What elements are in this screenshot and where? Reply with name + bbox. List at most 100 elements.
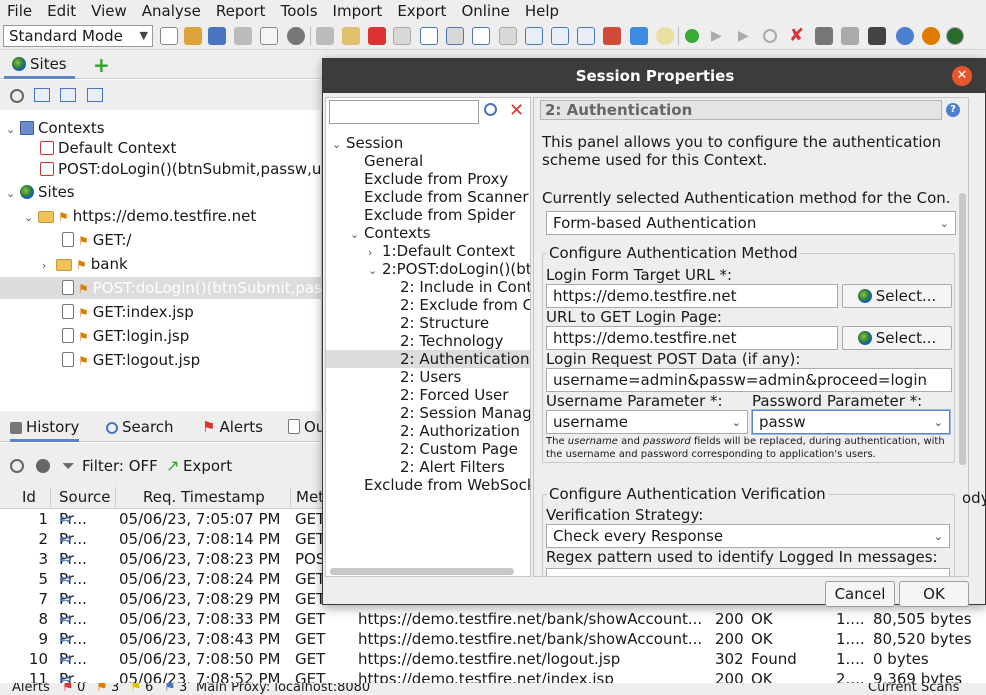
tree-host[interactable]: ⌄ ⚑ https://demo.testfire.net [24,205,256,227]
menu-file[interactable]: File [0,2,40,20]
scope-target-icon[interactable] [10,459,24,473]
login-target-input[interactable]: https://demo.testfire.net [546,284,838,308]
tree-node-exclude-spider[interactable]: Exclude from Spider [364,206,515,224]
help-icon[interactable]: ? [946,103,960,117]
username-param-select[interactable]: username ⌄ [546,410,748,434]
filter-label[interactable]: Filter: OFF [82,457,158,475]
select-login-target-button[interactable]: Select... [842,284,952,308]
tab-output[interactable]: Ou [288,418,325,436]
remove-note-icon[interactable] [368,27,386,45]
network-icon[interactable] [841,27,859,45]
table-row[interactable]: 8 ⇔ Pr... 05/06/23, 7:08:33 PM GET https://d… [0,610,986,630]
tree-node-ctx2[interactable]: ⌄ 2:POST:doLogin()(btn [368,260,530,278]
tab-history[interactable]: History [10,418,80,442]
tree-node-alert-filters[interactable]: 2: Alert Filters [400,458,505,476]
hud-icon[interactable] [946,27,964,45]
menu-edit[interactable]: Edit [40,2,84,20]
menu-analyse[interactable]: Analyse [135,2,209,20]
tree-sites[interactable]: ⌄ Sites [6,181,75,203]
menu-import[interactable]: Import [326,2,391,20]
scope-target-icon[interactable] [10,89,24,103]
scan-policy-icon[interactable] [603,27,621,45]
select-get-login-button[interactable]: Select... [842,326,952,350]
hint-bulb-icon[interactable] [656,27,674,45]
tree-search-input[interactable] [329,100,479,124]
tab-sites[interactable]: Sites [4,51,75,79]
tab-alerts[interactable]: ⚑ Alerts [202,418,263,436]
get-login-input[interactable]: https://demo.testfire.net [546,326,838,350]
panel-split-icon[interactable] [551,27,569,45]
drop-icon[interactable] [763,29,777,43]
mode-select[interactable]: Standard Mode ▼ [3,25,153,47]
tree-post-login[interactable]: ⚑ POST:doLogin()(btnSubmit,pass [0,277,330,299]
col-timestamp[interactable]: Req. Timestamp [143,488,265,506]
tree-node-exclude-websocket[interactable]: Exclude from WebSock [364,476,530,494]
tree-bank[interactable]: › ⚑ bank [42,253,128,275]
export-icon[interactable]: ↗ [166,456,179,475]
clear-breakpoints-icon[interactable]: ✘ [789,27,807,45]
tree-node-technology[interactable]: 2: Technology [400,332,503,350]
menu-export[interactable]: Export [390,2,454,20]
tree-node-exclude-proxy[interactable]: Exclude from Proxy [364,170,508,188]
menu-help[interactable]: Help [518,2,567,20]
tab-search[interactable]: Search [106,418,174,436]
session-properties-icon[interactable] [260,27,278,45]
options-gear-icon[interactable] [287,27,305,45]
tree-node-exclude-scanner[interactable]: Exclude from Scanner [364,188,529,206]
tree-node-general[interactable]: General [364,152,423,170]
snapshot-icon[interactable] [234,27,252,45]
import-context-icon[interactable] [60,88,76,102]
layout-icon[interactable] [316,27,334,45]
step-icon[interactable]: ▶ [711,27,729,45]
tree-node-session[interactable]: ⌄ Session [332,134,403,152]
tree-get-logout[interactable]: ⚑ GET:logout.jsp [62,349,200,371]
col-source[interactable]: Source [59,488,111,506]
search-icon[interactable] [484,103,497,116]
clear-search-icon[interactable]: ✕ [509,100,524,121]
export-label[interactable]: Export [183,457,232,475]
export-context-icon[interactable] [87,88,103,102]
tree-get-root[interactable]: ⚑ GET:/ [62,229,132,251]
tree-node-session-management[interactable]: 2: Session Manag [400,404,530,422]
table-row[interactable]: 10 ⇔ Pr... 05/06/23, 7:08:50 PM GET https://… [0,650,986,670]
tree-default-context[interactable]: Default Context [40,137,176,159]
verification-strategy-select[interactable]: Check every Response ⌄ [546,524,950,548]
filter-funnel-icon[interactable]: ⏷ [62,456,75,476]
layout-full-icon[interactable] [420,27,438,45]
layout-vertical-icon[interactable] [472,27,490,45]
tree-node-custom-page[interactable]: 2: Custom Page [400,440,518,458]
tree-node-ctx1[interactable]: › 1:Default Context [368,242,515,260]
password-param-select[interactable]: passw ⌄ [752,410,950,434]
menu-online[interactable]: Online [454,2,517,20]
menu-tools[interactable]: Tools [274,2,326,20]
tree-node-include[interactable]: 2: Include in Conte [400,278,530,296]
post-data-input[interactable]: username=admin&passw=admin&proceed=login [546,368,952,392]
tree-post-context[interactable]: POST:doLogin()(btnSubmit,passw,u [40,158,321,180]
menu-view[interactable]: View [84,2,135,20]
tree-node-users[interactable]: 2: Users [400,368,461,386]
tree-node-structure[interactable]: 2: Structure [400,314,489,332]
tree-node-exclude[interactable]: 2: Exclude from C [400,296,530,314]
panel-icon[interactable] [525,27,543,45]
col-method[interactable]: Met [296,488,324,506]
open-session-icon[interactable] [184,27,202,45]
tree-horizontal-scrollbar[interactable] [330,568,514,575]
break-on-all-icon[interactable] [685,29,699,43]
tree-get-login[interactable]: ⚑ GET:login.jsp [62,325,189,347]
tree-node-contexts[interactable]: ⌄ Contexts [350,224,431,242]
table-row[interactable]: 9 ⇔ Pr... 05/06/23, 7:08:43 PM GET https://d… [0,630,986,650]
cancel-button[interactable]: Cancel [825,581,895,607]
new-session-icon[interactable] [160,27,178,45]
firefox-icon[interactable] [922,27,940,45]
help-icon[interactable] [896,27,914,45]
ok-button[interactable]: OK [899,581,969,607]
layout-tabs-icon[interactable] [499,27,517,45]
refresh-icon[interactable] [630,27,648,45]
tree-node-authentication[interactable]: 2: Authentication [326,350,530,368]
regex-input[interactable] [546,568,950,576]
panel-grid-icon[interactable] [577,27,595,45]
link-icon[interactable] [36,459,50,473]
terminal-icon[interactable] [868,27,886,45]
save-session-icon[interactable] [208,27,226,45]
panel-vertical-scrollbar[interactable] [959,193,966,465]
